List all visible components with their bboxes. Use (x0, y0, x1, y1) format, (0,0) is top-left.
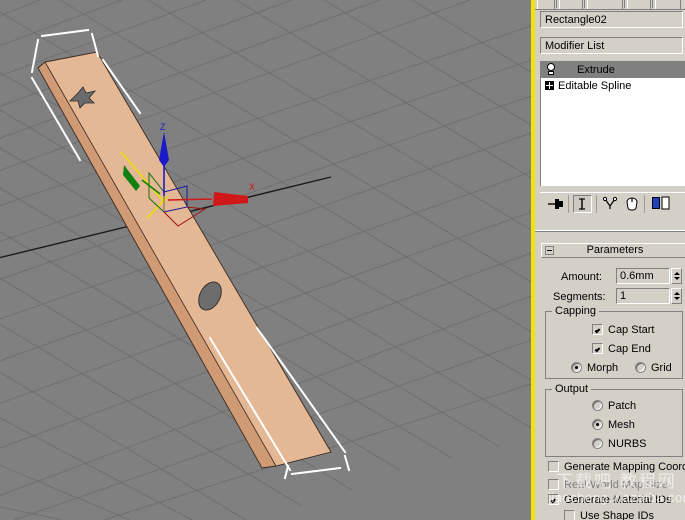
viewport-canvas: Z X (0, 0, 531, 520)
generate-material-ids-label: Generate Material IDs (564, 494, 672, 506)
grid-label: Grid (651, 362, 672, 374)
generate-mapping-checkbox[interactable] (548, 461, 559, 472)
3dsmax-window: Z X Rectangle02 Modifier List Extrude Ed… (0, 0, 685, 520)
cap-start-checkbox[interactable] (592, 324, 603, 335)
nurbs-radio[interactable] (592, 438, 603, 449)
use-shape-ids-label: Use Shape IDs (580, 510, 654, 520)
pin-stack-icon[interactable] (546, 195, 565, 213)
stack-item-label: Editable Spline (558, 80, 632, 92)
segments-input[interactable]: 1 (616, 288, 670, 304)
patch-label: Patch (608, 400, 637, 412)
generate-mapping-label: Generate Mapping Coord (564, 461, 685, 473)
use-shape-ids-checkbox[interactable] (564, 510, 575, 520)
modifier-stack-toolbar (540, 192, 685, 214)
rollout-title: Parameters (586, 244, 644, 256)
amount-input[interactable]: 0.6mm (616, 268, 670, 284)
make-unique-icon[interactable] (601, 195, 620, 213)
modifier-stack[interactable]: Extrude Editable Spline (540, 61, 685, 186)
real-world-map-checkbox (548, 479, 559, 490)
amount-label: Amount: (561, 271, 602, 283)
show-end-result-icon[interactable] (573, 195, 592, 213)
gizmo-z-label: Z (160, 122, 166, 132)
collapse-icon[interactable] (545, 246, 554, 255)
cap-start-label: Cap Start (608, 324, 655, 336)
toolbar-button-3[interactable] (587, 0, 623, 9)
lightbulb-icon[interactable] (545, 63, 557, 76)
grid-radio[interactable] (635, 362, 646, 373)
amount-spinner[interactable] (671, 268, 682, 284)
capping-title: Capping (552, 305, 599, 317)
stack-item-label: Extrude (577, 64, 615, 76)
plus-box-icon[interactable] (545, 81, 554, 90)
segments-spinner[interactable] (671, 288, 682, 304)
segments-label: Segments: (553, 291, 606, 303)
parameters-rollout-header[interactable]: Parameters (541, 243, 685, 258)
toolbar-button-4[interactable] (627, 0, 651, 9)
configure-modifier-sets-icon[interactable] (650, 195, 672, 213)
real-world-map-label: Real-World Map Size (564, 479, 668, 491)
stack-toolbar-separator-2 (596, 195, 597, 213)
toolbar-button-2[interactable] (559, 0, 583, 9)
command-panel: Rectangle02 Modifier List Extrude Editab… (535, 0, 685, 520)
toolbar-button-5[interactable] (655, 0, 681, 9)
stack-toolbar-separator-1 (568, 195, 569, 213)
remove-modifier-icon[interactable] (622, 195, 641, 213)
stack-item-editable-spline[interactable]: Editable Spline (541, 78, 685, 94)
cap-end-checkbox[interactable] (592, 343, 603, 354)
toolbar-button-1[interactable] (537, 0, 555, 9)
perspective-viewport[interactable]: Z X (0, 0, 531, 520)
panel-divider-2 (535, 231, 685, 232)
toolbar-separator-4 (652, 0, 653, 8)
toolbar-separator-1 (556, 0, 557, 8)
gizmo-x-label: X (249, 182, 255, 192)
toolbar-separator-2 (584, 0, 585, 8)
output-title: Output (552, 383, 592, 395)
stack-toolbar-separator-3 (644, 195, 645, 213)
morph-label: Morph (587, 362, 619, 374)
mesh-label: Mesh (608, 419, 635, 431)
nurbs-label: NURBS (608, 438, 647, 450)
object-name-field[interactable]: Rectangle02 (540, 11, 683, 28)
clipped-toolbar-strip (535, 0, 685, 10)
morph-radio[interactable] (571, 362, 582, 373)
toolbar-separator-3 (624, 0, 625, 8)
stack-item-extrude[interactable]: Extrude (541, 62, 685, 78)
cap-end-label: Cap End (608, 343, 651, 355)
mesh-radio[interactable] (592, 419, 603, 430)
generate-material-ids-checkbox[interactable] (548, 494, 559, 505)
patch-radio[interactable] (592, 400, 603, 411)
modifier-list-dropdown[interactable]: Modifier List (540, 37, 683, 54)
